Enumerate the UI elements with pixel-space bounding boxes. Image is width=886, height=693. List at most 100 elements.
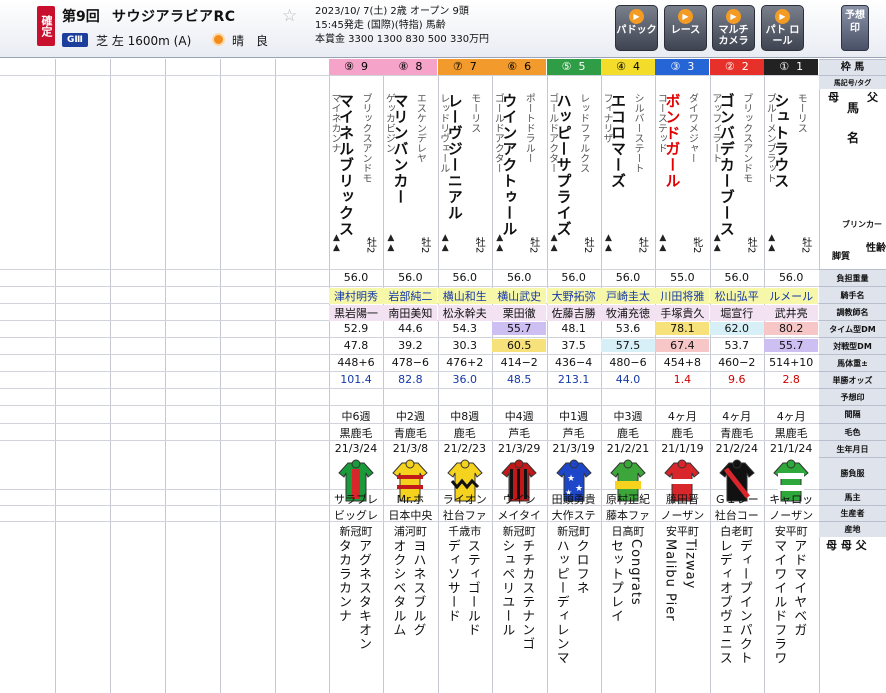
interval: 中1週 <box>559 410 589 423</box>
trainer-name[interactable]: 堀宣行 <box>709 305 764 321</box>
jockey-link[interactable]: ルメール <box>764 288 819 304</box>
row-label-text: 単勝オッズ <box>832 376 873 385</box>
race-video-button[interactable]: ▶ レース <box>664 5 707 51</box>
dam-name: コーステッド <box>655 93 667 153</box>
row-label-text: 予想印 <box>840 393 865 402</box>
birth-date: 21/3/29 <box>497 442 541 455</box>
jockey-link[interactable]: 横山和生 <box>437 288 492 304</box>
running-style-icon: ▲ ▲ <box>333 233 340 253</box>
taisen-dm: 53.7 <box>724 339 750 352</box>
sex-age-text: 牡2 <box>799 237 811 254</box>
interval: 中3週 <box>613 410 643 423</box>
label-mei: 名 <box>847 131 860 145</box>
trainer-name[interactable]: 武井亮 <box>764 305 819 321</box>
sex-age: 牡2 <box>417 237 431 256</box>
body-weight: 414−2 <box>500 356 538 369</box>
taisen-dm: 39.2 <box>398 339 423 352</box>
running-style-icon: ▲ ▲ <box>713 233 721 253</box>
label-haha: 母 <box>828 91 839 104</box>
track-condition: 良 <box>256 34 269 48</box>
trainer-name[interactable]: 牧浦充徳 <box>601 305 655 321</box>
row-label-text: 毛色 <box>844 428 861 437</box>
coat-color: 青鹿毛 <box>393 427 427 440</box>
weight-carried: 56.0 <box>506 271 532 284</box>
trainer-name[interactable]: 栗田徹 <box>492 305 547 321</box>
birth-region: 新冠町 <box>557 525 591 538</box>
dam-sire-name: アグネスタキオン <box>356 539 371 651</box>
row-label-taisen_dm: 対戦型DM <box>819 337 886 354</box>
sex-age: 牡2 <box>798 237 812 256</box>
sex-age-text: 牡2 <box>473 237 485 254</box>
trainer-name[interactable]: 佐藤吉勝 <box>546 305 601 321</box>
row-label-kishu: 騎手名 <box>819 286 886 303</box>
sire-name: シルバーステート <box>632 93 643 173</box>
row-label-waku_uma: 枠 馬 <box>819 59 886 75</box>
win-odds: 36.0 <box>452 373 478 386</box>
label-kyakushitsu: 脚質 <box>832 252 851 262</box>
win-odds: 2.8 <box>782 373 800 386</box>
grade-badge: GⅢ <box>62 33 88 47</box>
course-info: 芝 左 1600m (A) <box>96 34 192 48</box>
horse-column-1: モーリス シュトラウス ブルーメンブラット ▲ ▲ 牡2 56.0 ルメール 武井亮 80.2 55… <box>764 59 819 693</box>
confirmed-badge: 確定 <box>37 6 55 46</box>
trainer-name[interactable]: 黒岩陽一 <box>329 305 383 321</box>
jockey-link[interactable]: 横山武史 <box>492 288 547 304</box>
weight-carried: 56.0 <box>724 271 750 284</box>
win-odds: 101.4 <box>340 373 372 386</box>
dam-sire-name: Tizway <box>682 539 698 590</box>
dam-dam-name: マイワイルドフラワ <box>771 539 787 665</box>
row-label-text: 間隔 <box>844 410 861 419</box>
coat-color: 鹿毛 <box>617 427 639 440</box>
dam-dam-name: タカラカンナ <box>336 539 351 623</box>
breeder-name: 大作ステ <box>551 509 596 522</box>
sex-age: 牡2 <box>635 237 649 256</box>
body-weight: 436−4 <box>554 356 593 369</box>
birth-date: 21/3/19 <box>552 442 595 455</box>
coat-color: 鹿毛 <box>453 427 476 440</box>
multi-camera-button[interactable]: ▶ マルチ カメラ <box>712 5 755 51</box>
label-hahachichi: 母 母 父 <box>826 539 867 552</box>
birth-region: 安平町 <box>774 525 808 538</box>
taisen-dm: 55.7 <box>764 339 819 352</box>
row-label-text: 生年月日 <box>836 445 869 454</box>
owner-name: 原村正紀 <box>606 493 650 506</box>
sex-age-text: 牝2 <box>690 237 702 254</box>
paddock-button[interactable]: ▶ パドック <box>615 5 658 51</box>
jockey-link[interactable]: 松山弘平 <box>709 288 764 304</box>
birth-region: 安平町 <box>665 525 699 538</box>
sex-age: 牡2 <box>472 237 486 256</box>
dam-sire-name: チチカステナンゴ <box>519 539 535 651</box>
weight-carried: 56.0 <box>561 271 586 284</box>
jockey-link[interactable]: 戸崎圭太 <box>601 288 655 304</box>
favorite-star-icon[interactable]: ☆ <box>282 6 297 26</box>
sex-age: 牡2 <box>744 237 758 256</box>
owner-name: 田頭勇貴 <box>551 493 596 506</box>
patrol-button[interactable]: ▶ パト ロール <box>761 5 804 51</box>
birth-date: 21/2/23 <box>443 442 486 455</box>
jockey-link[interactable]: 岩部純二 <box>383 288 438 304</box>
trainer-name[interactable]: 松永幹夫 <box>437 305 492 321</box>
row-label-text: 馬記号/タグ <box>833 79 872 87</box>
interval: 中4週 <box>504 410 534 423</box>
dam-dam-name: オクシベタルム <box>390 539 406 637</box>
sex-age: 牡2 <box>581 237 595 256</box>
sire-name: モーリス <box>468 93 480 133</box>
dam-name: ゴールドアクター <box>546 93 558 173</box>
win-odds: 213.1 <box>557 373 590 386</box>
breeder-name: 社台コー <box>714 509 759 522</box>
label-seirei: 性齢 <box>866 243 886 254</box>
jockey-link[interactable]: 津村明秀 <box>329 288 383 304</box>
prediction-mark-button[interactable]: 予想印 <box>841 5 869 51</box>
dam-dam-name: シュペリユール <box>499 539 515 637</box>
trainer-name[interactable]: 南田美知 <box>383 305 438 321</box>
jockey-link[interactable]: 川田将雅 <box>655 288 710 304</box>
jockey-link[interactable]: 大野拓弥 <box>546 288 601 304</box>
label-blinker: ブリンカー <box>842 220 882 229</box>
row-label-text: 枠 馬 <box>840 62 865 73</box>
win-odds: 44.0 <box>615 373 641 386</box>
owner-name: サラブレ <box>334 493 378 506</box>
birth-date: 21/3/24 <box>334 442 378 455</box>
breeder-name: ビッグレ <box>334 509 378 522</box>
trainer-name[interactable]: 手塚貴久 <box>655 305 710 321</box>
coat-color: 黒鹿毛 <box>774 427 808 440</box>
